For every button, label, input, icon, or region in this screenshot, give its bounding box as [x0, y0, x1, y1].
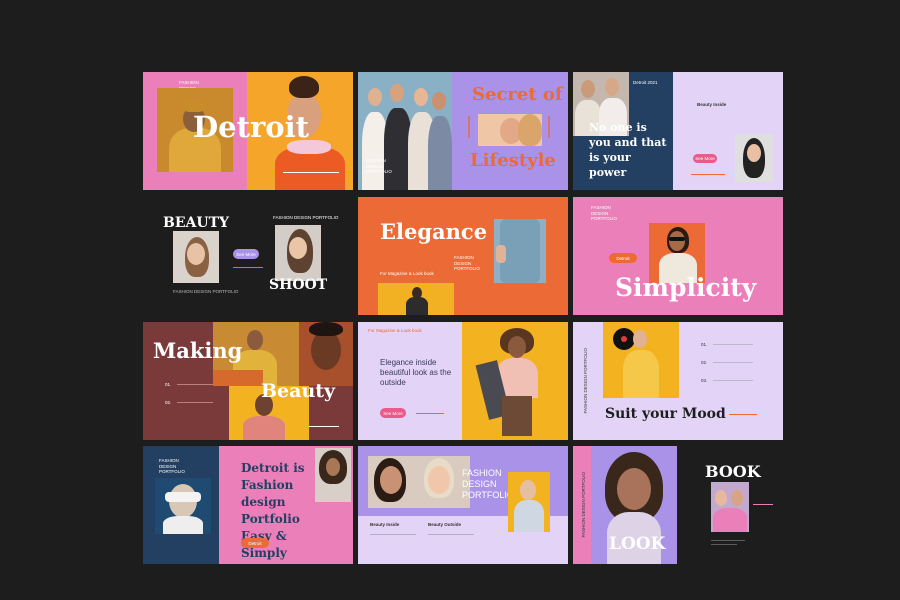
vertical-label: FASHION DESIGN PORTFOLIO [582, 348, 588, 414]
see-more-button[interactable]: See More [380, 408, 406, 418]
title-beauty: BEAUTY [163, 215, 229, 231]
photo-woman-dancing [462, 322, 568, 440]
list-item-number: 02. [701, 360, 708, 365]
photo-woman-bandage [155, 478, 211, 534]
title-beauty: Beauty [261, 380, 336, 402]
caption: FASHION DESIGN PORTFOLIO [173, 289, 239, 294]
caption: For Magazine & Look book [368, 328, 422, 333]
slide-making-beauty[interactable]: Making Beauty 01. 02. [143, 322, 353, 440]
slide-heading: Elegance inside beautiful look as the ou… [380, 358, 452, 387]
slide-label: FASHION DESIGN PORTFOLIO [591, 205, 617, 221]
list-item-number: 03. [701, 378, 708, 383]
slide-title: Elegance [380, 219, 488, 244]
slide-title: Suit your Mood [605, 406, 726, 422]
caption: For Magazine & Look book [380, 271, 434, 276]
title-shoot: SHOOT [269, 277, 328, 293]
photo-two-women-faces [368, 456, 470, 508]
slide-secret-of-lifestyle[interactable]: FASHION DESIGN PORTFOLIO Secret of Lifes… [358, 72, 568, 190]
slide-simplicity[interactable]: FASHION DESIGN PORTFOLIO Detroit Simplic… [573, 197, 783, 315]
slide-label: Detroit 2021 [633, 80, 658, 85]
slide-label: FASHION DESIGN PORTFOLIO [159, 458, 185, 474]
photo-woman-closeup-dark [299, 322, 353, 386]
title-lifestyle: Lifestyle [470, 150, 556, 171]
photo-woman-pants [494, 219, 546, 283]
title-secret-of: Secret of [472, 84, 563, 105]
slide-heading: No one is you and that is your power [589, 121, 667, 179]
slide-beauty-shoot[interactable]: BEAUTY FASHION DESIGN PORTFOLIO See More… [143, 197, 353, 315]
photo-man-vinyl [603, 322, 679, 398]
slide-elegance[interactable]: Elegance FASHION DESIGN PORTFOLIO For Ma… [358, 197, 568, 315]
slide-heading: FASHION DESIGN PORTFOLIO [462, 468, 514, 500]
slide-suit-your-mood[interactable]: FASHION DESIGN PORTFOLIO 01. 02. 03. Sui… [573, 322, 783, 440]
title-look: LOOK [609, 534, 666, 554]
slide-detroit-is[interactable]: FASHION DESIGN PORTFOLIO Detroit is Fash… [143, 446, 353, 564]
photo-woman-curly [315, 448, 351, 502]
photo-woman-sitting [378, 283, 454, 315]
photo-woman-portrait [735, 134, 773, 182]
column-label: Beauty Outside [428, 522, 462, 527]
slide-title: Detroit [193, 110, 310, 144]
slide-label: FASHION DESIGN PORTFOLIO [454, 255, 480, 271]
photo-woman-left [173, 231, 219, 283]
slide-label: FASHION DESIGN PORTFOLIO [366, 158, 392, 174]
list-item-number: 01. [701, 342, 708, 347]
photo-two-women-small [711, 482, 749, 532]
see-more-button[interactable]: See More [233, 249, 259, 259]
slide-no-one-is-you[interactable]: Detroit 2021 No one is you and that is y… [573, 72, 783, 190]
slide-title: Simplicity [615, 273, 757, 302]
list-item-number: 02. [165, 400, 172, 405]
column-label: Beauty Inside [370, 522, 400, 527]
detroit-button[interactable]: Detroit [609, 253, 637, 263]
slide-book-look[interactable]: FASHION DESIGN PORTFOLIO LOOK BOOK [573, 446, 783, 564]
label-top: FASHION DESIGN PORTFOLIO [273, 215, 339, 220]
photo-woman-yellow-hat [508, 472, 550, 532]
slide-elegance-inside[interactable]: For Magazine & Look book Elegance inside… [358, 322, 568, 440]
photo-woman-closeup [478, 114, 542, 146]
list-item-number: 01. [165, 382, 172, 387]
slide-fashion-design-portfolio[interactable]: FASHION DESIGN PORTFOLIO Beauty Inside B… [358, 446, 568, 564]
vertical-label: FASHION DESIGN PORTFOLIO [580, 472, 586, 538]
slide-detroit[interactable]: FASHION DESIGN PORTFOLIO Detroit [143, 72, 353, 190]
side-label: Beauty Inside [697, 102, 727, 107]
see-more-button[interactable]: See More [693, 154, 717, 163]
detroit-button[interactable]: Detroit [241, 538, 269, 548]
photo-woman-right [275, 225, 321, 281]
title-making: Making [153, 338, 243, 363]
title-book: BOOK [705, 462, 761, 481]
